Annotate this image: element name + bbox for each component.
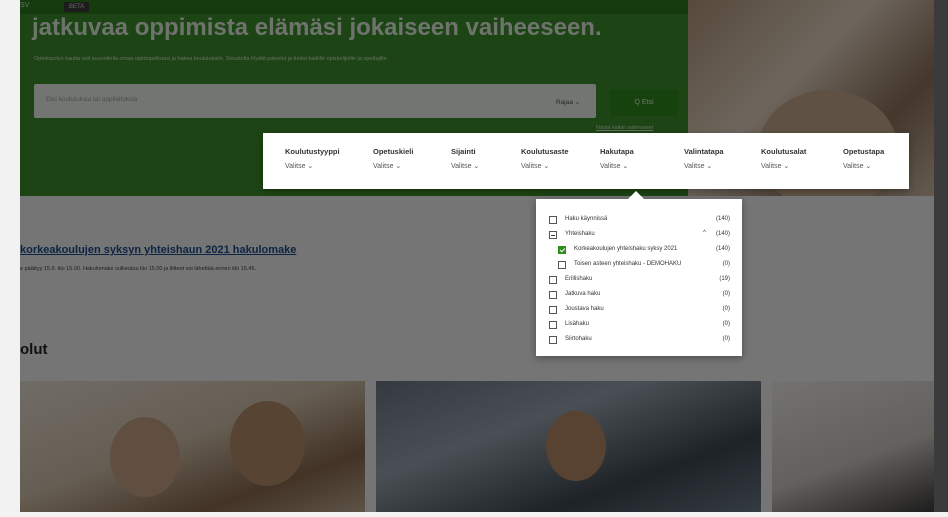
image-shape	[230, 401, 305, 486]
filter-value: Valitse ⌄	[451, 163, 480, 170]
option-count: (140)	[715, 216, 730, 222]
filter-value: Valitse ⌄	[843, 163, 872, 170]
filter-label: Hakutapa	[600, 147, 634, 156]
rajaa-dropdown[interactable]: Rajaa ⌄	[556, 98, 580, 106]
option-count: (140)	[715, 231, 730, 237]
left-edge	[0, 0, 20, 517]
filter-value: Valitse ⌄	[600, 163, 629, 170]
section-heading: olut	[20, 341, 48, 358]
filter-opetustapa[interactable]: Opetustapa Valitse ⌄	[843, 147, 884, 170]
image-shape	[110, 417, 180, 497]
checkbox[interactable]	[549, 336, 557, 344]
card-image-students[interactable]	[20, 381, 365, 517]
filter-label: Valintatapa	[684, 147, 724, 156]
checkbox[interactable]	[549, 216, 557, 224]
option-label: Yhteishaku	[565, 231, 595, 237]
filter-bar: Koulutustyyppi Valitse ⌄ Opetuskieli Val…	[263, 133, 909, 189]
option-label: Jatkuva haku	[565, 291, 601, 297]
option-count: (140)	[715, 246, 730, 252]
filter-value: Valitse ⌄	[684, 163, 713, 170]
filter-koulutusaste[interactable]: Koulutusaste Valitse ⌄	[521, 147, 569, 170]
option-count: (0)	[722, 306, 730, 312]
option-erillishaku[interactable]: Erillishaku (19)	[536, 274, 742, 287]
checkbox-partial[interactable]	[549, 231, 557, 239]
filter-label: Opetustapa	[843, 147, 885, 156]
filter-label: Sijainti	[451, 147, 476, 156]
checkbox-checked[interactable]	[558, 246, 566, 254]
filter-hakutapa[interactable]: Hakutapa Valitse ⌄	[600, 147, 634, 170]
option-joustava-haku[interactable]: Joustava haku (0)	[536, 304, 742, 317]
option-lisahaku[interactable]: Lisähaku (0)	[536, 319, 742, 332]
option-label: Korkeakoulujen yhteishaku syksy 2021	[574, 246, 678, 252]
chevron-up-icon[interactable]: ^	[703, 230, 706, 236]
option-label: Siirtohaku	[565, 336, 592, 342]
checkbox[interactable]	[549, 291, 557, 299]
filter-label: Koulutustyyppi	[285, 147, 340, 156]
option-count: (0)	[722, 336, 730, 342]
filter-valintatapa[interactable]: Valintatapa Valitse ⌄	[684, 147, 724, 170]
filter-label: Koulutusalat	[761, 147, 807, 156]
checkbox[interactable]	[549, 276, 557, 284]
checkbox[interactable]	[549, 306, 557, 314]
option-count: (0)	[722, 321, 730, 327]
filter-value: Valitse ⌄	[521, 163, 550, 170]
card-image-tech[interactable]	[772, 381, 948, 517]
hakutapa-dropdown: Haku käynnissä (140) Yhteishaku ^ (140) …	[536, 191, 742, 356]
filter-koulutustyyppi[interactable]: Koulutustyyppi Valitse ⌄	[285, 147, 340, 170]
filter-label: Koulutusaste	[521, 147, 569, 156]
option-korkeakoulujen-yhteishaku[interactable]: Korkeakoulujen yhteishaku syksy 2021 (14…	[536, 244, 742, 257]
option-label: Joustava haku	[565, 306, 604, 312]
page: SV BETA jatkuvaa oppimista elämäsi jokai…	[0, 0, 948, 517]
hero-title: jatkuvaa oppimista elämäsi jokaiseen vai…	[32, 14, 602, 41]
card-image-car[interactable]	[376, 381, 761, 517]
filter-opetuskieli[interactable]: Opetuskieli Valitse ⌄	[373, 147, 413, 170]
option-label: Haku käynnissä	[565, 216, 608, 222]
option-count: (0)	[722, 261, 730, 267]
filter-koulutusalat[interactable]: Koulutusalat Valitse ⌄	[761, 147, 806, 170]
filter-value: Valitse ⌄	[373, 163, 402, 170]
option-count: (19)	[719, 276, 730, 282]
option-siirtohaku[interactable]: Siirtohaku (0)	[536, 334, 742, 347]
filter-label: Opetuskieli	[373, 147, 414, 156]
search-placeholder: Etsi koulutuksia tai oppilaitoksia	[46, 96, 138, 103]
option-count: (0)	[722, 291, 730, 297]
show-all-link[interactable]: Näytä kaikki valinnaiset	[596, 125, 653, 131]
filter-sijainti[interactable]: Sijainti Valitse ⌄	[451, 147, 479, 170]
hero-subtitle: Opintopolun kautta voit suunnitella omaa…	[34, 56, 389, 62]
option-toisen-asteen-yhteishaku[interactable]: Toisen asteen yhteishaku - DEMOHAKU (0)	[536, 259, 742, 272]
bottom-edge	[0, 512, 948, 517]
filter-value: Valitse ⌄	[761, 163, 790, 170]
site-label[interactable]: SV	[20, 2, 29, 9]
checkbox[interactable]	[549, 321, 557, 329]
option-label: Toisen asteen yhteishaku - DEMOHAKU	[574, 261, 682, 267]
notice-subtitle: e päättyy 15.9. klo 15.00. Hakulomake su…	[20, 266, 257, 272]
search-input[interactable]: Etsi koulutuksia tai oppilaitoksia	[34, 84, 596, 118]
beta-badge: BETA	[64, 2, 90, 12]
search-button[interactable]: Q Etsi	[610, 90, 678, 116]
option-label: Lisähaku	[565, 321, 590, 327]
filter-value: Valitse ⌄	[285, 163, 314, 170]
option-jatkuva-haku[interactable]: Jatkuva haku (0)	[536, 289, 742, 302]
image-shape	[546, 411, 606, 481]
option-haku-kaynnissa[interactable]: Haku käynnissä (140)	[536, 214, 742, 227]
notice-title-link[interactable]: korkeakoulujen syksyn yhteishaun 2021 ha…	[20, 244, 296, 256]
right-edge	[934, 0, 948, 517]
option-label: Erillishaku	[565, 276, 593, 282]
option-yhteishaku[interactable]: Yhteishaku ^ (140)	[536, 229, 742, 242]
checkbox[interactable]	[558, 261, 566, 269]
